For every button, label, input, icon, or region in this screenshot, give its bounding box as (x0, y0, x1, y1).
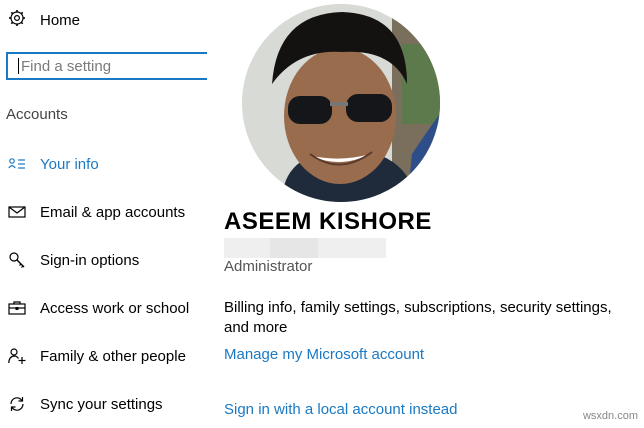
user-name: ASEEM KISHORE (224, 208, 432, 235)
sidebar-item-family-other-people[interactable]: Family & other people (0, 342, 205, 370)
search-box[interactable] (6, 52, 207, 80)
key-icon (8, 251, 26, 269)
gear-icon (8, 9, 26, 32)
sidebar-item-label: Access work or school (40, 299, 190, 317)
sidebar-item-label: Family & other people (40, 347, 186, 365)
section-title: Accounts (6, 106, 68, 123)
watermark: wsxdn.com (582, 410, 638, 422)
account-role: Administrator (224, 258, 313, 275)
sidebar-item-sign-in-options[interactable]: Sign-in options (0, 246, 205, 274)
person-card-icon (8, 155, 26, 173)
redacted-email (224, 238, 386, 258)
sidebar-item-your-info[interactable]: Your info (0, 150, 205, 178)
home-nav-item[interactable]: Home (8, 8, 80, 32)
sidebar-item-label: Sign-in options (40, 251, 140, 269)
local-account-link[interactable]: Sign in with a local account instead (224, 401, 457, 418)
sidebar-item-email-app-accounts[interactable]: Email & app accounts (0, 198, 205, 226)
sidebar-item-sync-your-settings[interactable]: Sync your settings (0, 390, 205, 418)
sync-icon (8, 395, 26, 413)
briefcase-icon (8, 299, 26, 317)
your-info-panel: ASEEM KISHORE Administrator Billing info… (224, 0, 644, 428)
sidebar-item-label: Your info (40, 155, 99, 173)
avatar (242, 4, 440, 202)
manage-account-link[interactable]: Manage my Microsoft account (224, 346, 424, 363)
home-label: Home (40, 11, 81, 29)
sidebar-item-label: Sync your settings (40, 395, 163, 413)
sidebar-item-access-work-or-school[interactable]: Access work or school (0, 294, 205, 322)
add-person-icon (8, 347, 26, 365)
settings-sidebar: Home Accounts Your info Email & app acco… (0, 0, 210, 428)
mail-icon (8, 203, 26, 221)
search-input[interactable] (19, 57, 201, 75)
sidebar-item-label: Email & app accounts (40, 203, 186, 221)
account-description: Billing info, family settings, subscript… (224, 299, 612, 336)
